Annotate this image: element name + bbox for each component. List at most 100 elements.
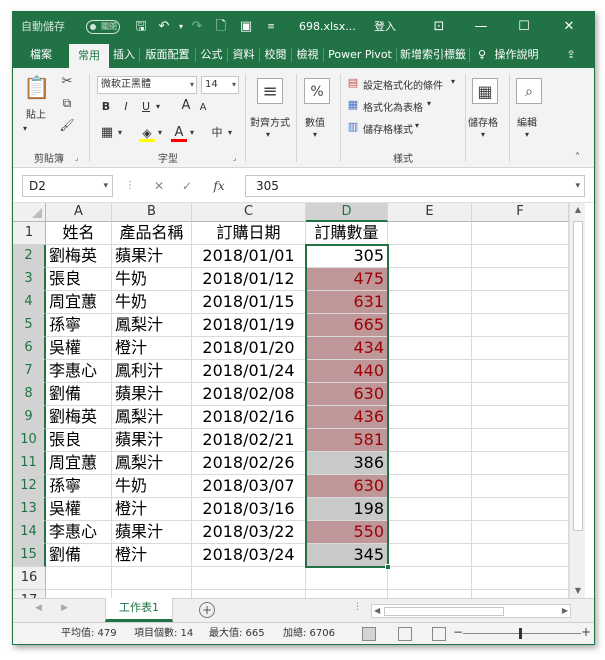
- cell-e5[interactable]: [388, 314, 472, 337]
- row-header[interactable]: 1: [13, 222, 46, 245]
- undo-dropdown-icon[interactable]: ▾: [173, 19, 189, 35]
- editing-dropdown-icon[interactable]: ▾: [525, 130, 529, 139]
- cell-a9[interactable]: 劉梅英: [46, 406, 112, 429]
- column-header-b[interactable]: B: [112, 203, 192, 222]
- column-header-a[interactable]: A: [46, 203, 112, 222]
- customize-toolbar-icon[interactable]: ≡: [263, 19, 279, 35]
- cell-f8[interactable]: [472, 383, 569, 406]
- horizontal-scrollbar[interactable]: ◀ ▶: [371, 604, 571, 618]
- cell-a14[interactable]: 李惠心: [46, 521, 112, 544]
- tab-home[interactable]: 常用: [69, 44, 109, 68]
- search-icon[interactable]: ⌕: [516, 78, 542, 104]
- cancel-icon[interactable]: ✕: [151, 175, 167, 197]
- cell-e16[interactable]: [388, 567, 472, 590]
- column-header-f[interactable]: F: [472, 203, 569, 222]
- vertical-scrollbar[interactable]: ▲ ▼: [569, 203, 585, 598]
- cell-d16[interactable]: [306, 567, 388, 590]
- cell-e12[interactable]: [388, 475, 472, 498]
- cell-c5[interactable]: 2018/01/19: [192, 314, 306, 337]
- vertical-scroll-thumb[interactable]: [573, 221, 583, 531]
- ribbon-display-icon[interactable]: ⊡: [421, 12, 457, 42]
- cell-b17[interactable]: [112, 590, 192, 598]
- cell-a12[interactable]: 孫寧: [46, 475, 112, 498]
- cell-c11[interactable]: 2018/02/26: [192, 452, 306, 475]
- cell-e7[interactable]: [388, 360, 472, 383]
- cell-d15[interactable]: 345: [306, 544, 388, 567]
- cell-b10[interactable]: 蘋果汁: [112, 429, 192, 452]
- cell-f15[interactable]: [472, 544, 569, 567]
- column-header-e[interactable]: E: [388, 203, 472, 222]
- column-header-d[interactable]: D: [306, 203, 388, 222]
- underline-button[interactable]: U: [139, 98, 153, 116]
- redo-icon[interactable]: ↷: [189, 19, 205, 35]
- cell-e6[interactable]: [388, 337, 472, 360]
- row-header[interactable]: 2: [13, 245, 46, 268]
- tab-new-tab[interactable]: 新增索引標籤: [397, 42, 469, 68]
- save-icon[interactable]: 🖫: [133, 19, 149, 35]
- cell-a16[interactable]: [46, 567, 112, 590]
- conditional-format-dropdown-icon[interactable]: ▾: [451, 77, 455, 86]
- tab-view[interactable]: 檢視: [292, 42, 323, 68]
- cell-f3[interactable]: [472, 268, 569, 291]
- scroll-up-icon[interactable]: ▲: [570, 203, 586, 217]
- cell-d7[interactable]: 440: [306, 360, 388, 383]
- new-file-icon[interactable]: 🗋: [213, 19, 229, 35]
- fill-handle[interactable]: [385, 564, 391, 570]
- cell-f6[interactable]: [472, 337, 569, 360]
- cell-styles-dropdown-icon[interactable]: ▾: [415, 121, 419, 130]
- cell-e14[interactable]: [388, 521, 472, 544]
- cell-c1[interactable]: 訂購日期: [192, 222, 306, 245]
- alignment-button-label[interactable]: 對齊方式: [250, 114, 290, 129]
- cell-styles-icon[interactable]: ▥: [346, 120, 360, 133]
- cell-d13[interactable]: 198: [306, 498, 388, 521]
- page-layout-view-icon[interactable]: [398, 627, 412, 641]
- conditional-format-button[interactable]: 設定格式化的條件: [363, 77, 443, 92]
- cell-b15[interactable]: 橙汁: [112, 544, 192, 567]
- cell-b11[interactable]: 鳳梨汁: [112, 452, 192, 475]
- cell-e17[interactable]: [388, 590, 472, 598]
- row-header[interactable]: 3: [13, 268, 46, 291]
- scroll-down-icon[interactable]: ▼: [570, 584, 586, 598]
- cell-c17[interactable]: [192, 590, 306, 598]
- cell-e10[interactable]: [388, 429, 472, 452]
- cell-d2[interactable]: 305: [306, 245, 388, 268]
- prev-sheet-icon[interactable]: ◀: [35, 603, 42, 613]
- conditional-format-icon[interactable]: ▤: [346, 76, 360, 89]
- page-break-view-icon[interactable]: [432, 627, 446, 641]
- font-launcher-icon[interactable]: ⌟: [233, 154, 236, 162]
- cell-c4[interactable]: 2018/01/15: [192, 291, 306, 314]
- font-color-button[interactable]: A: [171, 124, 187, 142]
- horizontal-scroll-thumb[interactable]: [384, 607, 504, 616]
- cell-d3[interactable]: 475: [306, 268, 388, 291]
- cell-e2[interactable]: [388, 245, 472, 268]
- cell-f16[interactable]: [472, 567, 569, 590]
- cell-f2[interactable]: [472, 245, 569, 268]
- format-as-table-dropdown-icon[interactable]: ▾: [427, 99, 431, 108]
- cell-a1[interactable]: 姓名: [46, 222, 112, 245]
- row-header[interactable]: 16: [13, 567, 46, 590]
- cell-d12[interactable]: 630: [306, 475, 388, 498]
- signin-link[interactable]: 登入: [374, 12, 396, 42]
- add-sheet-button[interactable]: +: [199, 602, 215, 618]
- bold-button[interactable]: B: [99, 98, 113, 116]
- zoom-in-icon[interactable]: +: [581, 625, 591, 639]
- cell-b4[interactable]: 牛奶: [112, 291, 192, 314]
- cell-e4[interactable]: [388, 291, 472, 314]
- cell-f17[interactable]: [472, 590, 569, 598]
- borders-dropdown-icon[interactable]: ▾: [115, 124, 125, 142]
- cell-b3[interactable]: 牛奶: [112, 268, 192, 291]
- tab-data[interactable]: 資料: [228, 42, 259, 68]
- zoom-knob[interactable]: [519, 628, 522, 639]
- cell-e1[interactable]: [388, 222, 472, 245]
- share-icon[interactable]: ⇪: [561, 42, 581, 68]
- autosave-toggle[interactable]: 關閉: [86, 20, 120, 34]
- row-header[interactable]: 17: [13, 590, 46, 598]
- cells-button-label[interactable]: 儲存格: [468, 114, 498, 129]
- cell-b13[interactable]: 橙汁: [112, 498, 192, 521]
- cell-c8[interactable]: 2018/02/08: [192, 383, 306, 406]
- cell-b5[interactable]: 鳳梨汁: [112, 314, 192, 337]
- row-header[interactable]: 6: [13, 337, 46, 360]
- number-format-icon[interactable]: %: [304, 78, 330, 104]
- normal-view-icon[interactable]: [362, 627, 376, 641]
- cells-icon[interactable]: ▦: [472, 78, 498, 104]
